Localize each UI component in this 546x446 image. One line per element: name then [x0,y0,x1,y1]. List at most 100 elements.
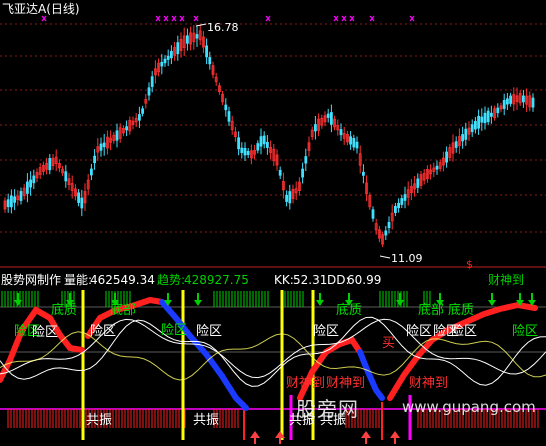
up-candle [22,184,26,200]
down-candle [387,216,391,234]
candlestick-series[interactable] [3,23,535,259]
down-arrow-icon [316,293,324,306]
down-candle [403,186,407,209]
up-candle [358,145,362,174]
dollar-marker: $ [466,258,473,271]
up-candle [106,130,109,155]
momentum-band [357,349,385,401]
up-candle [457,128,461,154]
up-candle [515,87,519,110]
candle-body [352,138,356,148]
up-candle [333,115,337,131]
down-candle [243,142,247,162]
candle-body [496,107,500,114]
candle-body [355,141,359,149]
up-candle [336,119,340,136]
down-candle [393,202,397,217]
down-candle [496,103,500,118]
up-candle [413,176,417,197]
up-candle [112,132,116,144]
candle-body [509,95,513,104]
down-candle [80,189,84,217]
candle-body [102,142,106,148]
chart-canvas[interactable] [0,0,546,446]
down-candle [531,93,535,112]
candle-body [265,141,269,148]
candle-body [29,179,33,188]
up-candle [493,105,497,121]
down-candle [227,106,231,127]
up-candle [342,126,346,145]
up-candle [253,144,257,160]
arrow-head [316,300,324,306]
up-candle [419,170,423,190]
candle-body [502,100,506,109]
candle-body [195,34,199,39]
danger-zone-label: 险区 [32,325,59,340]
down-candle [240,142,244,159]
down-candle [361,164,365,184]
down-candle [480,108,484,131]
down-candle [205,38,209,65]
up-candle [67,173,71,191]
candle-body [454,141,458,148]
danger-zone-label: 险区 [512,324,539,339]
up-candle [451,134,455,162]
candle-body [339,129,343,136]
up-candle [153,60,157,84]
down-candle [160,54,164,75]
stock-name: 飞亚达A [2,2,47,16]
up-candle [182,27,186,56]
candle-body [9,195,13,208]
down-candle [176,35,180,61]
arrow-head [194,300,202,306]
down-arrow-icon [488,293,496,306]
candle-body [176,42,180,55]
watermark-text: 股旁网 [296,397,359,421]
candle-body [48,158,52,171]
up-candle [54,149,58,172]
candle-body [227,111,231,122]
down-candle [461,126,465,149]
up-candle [42,161,45,176]
volume-value: 462549.34 [90,273,155,287]
up-candle [189,26,193,51]
candle-body [313,124,317,132]
candle-body [224,104,228,111]
danger-zone-label: 险区 [406,324,433,339]
candle-body [416,178,420,188]
candle-body [304,156,308,164]
down-arrow-icon [194,293,202,306]
up-candle [83,183,87,211]
down-candle [125,120,128,137]
high-price-label: 16.78 [207,21,239,34]
up-candle [58,159,61,173]
up-candle [109,130,112,151]
up-candle [377,225,381,243]
momentum-band [159,299,249,411]
down-candle [265,134,269,155]
candle-body [531,97,535,108]
down-candle [502,93,506,116]
candle-body [349,136,353,145]
up-candle [422,169,426,185]
up-candle [61,165,64,177]
x-marker [179,15,185,22]
down-candle [195,25,199,48]
down-candle [278,166,282,180]
up-candle [291,184,295,204]
candle-body [6,199,10,208]
candle-body [403,194,407,201]
candle-body [259,136,263,147]
down-candle [397,198,401,213]
down-candle [259,128,263,155]
arrow-head [361,431,371,438]
up-candle [297,177,301,196]
up-candle [131,116,135,130]
up-candle [281,172,285,199]
x-marker [341,15,347,22]
up-candle [365,175,369,202]
up-candle [173,41,177,61]
x-marker [369,15,375,22]
down-candle [473,116,477,134]
